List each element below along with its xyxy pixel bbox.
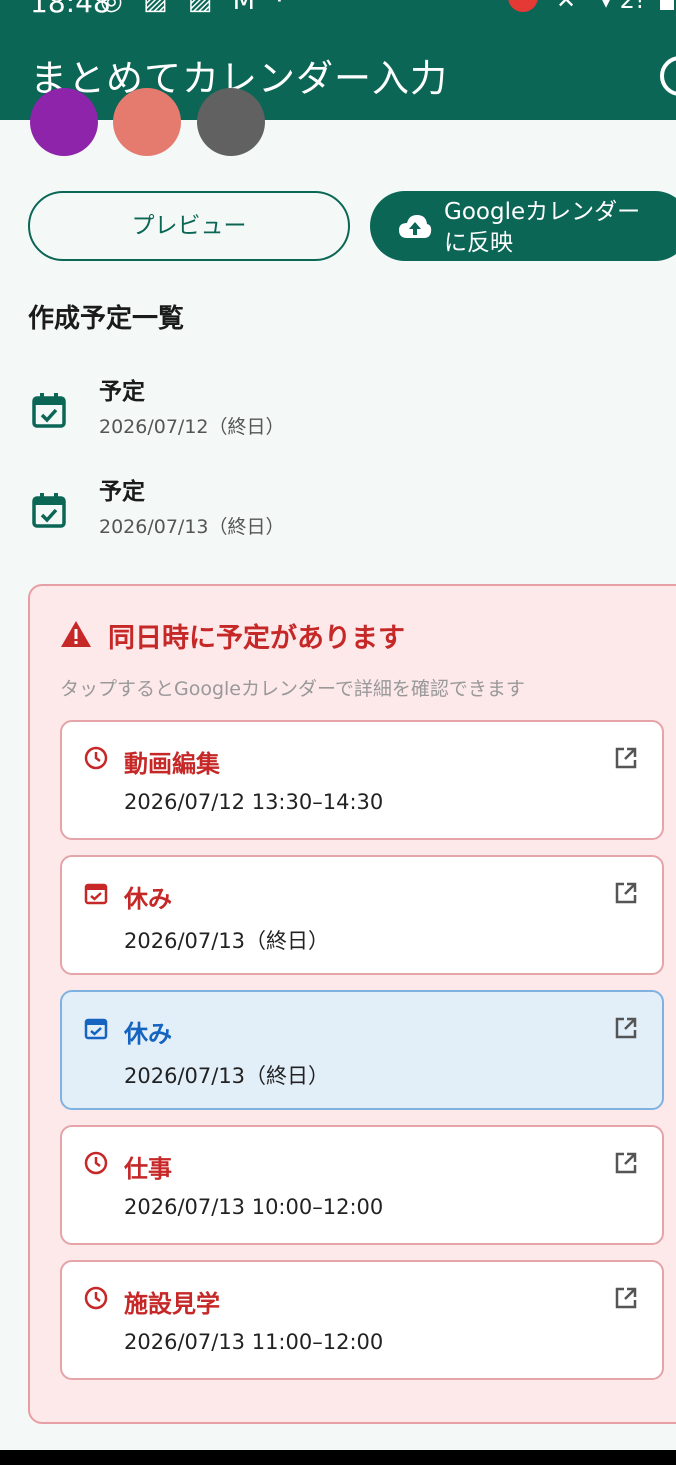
calendar-check-icon: [32, 493, 66, 528]
record-indicator-icon: [508, 0, 538, 12]
calendar-check-icon: [84, 1018, 108, 1040]
notification-icons: ◎ ▨ ▨ M ·: [100, 0, 290, 16]
list-item: 予定 2026/07/12（終日）: [28, 372, 648, 452]
conflict-event-card[interactable]: 休み 2026/07/13（終日）: [60, 855, 664, 975]
open-external-icon[interactable]: [614, 746, 638, 770]
event-title: 施設見学: [124, 1290, 220, 1318]
google-sync-label-line2: に反映: [444, 230, 513, 256]
open-external-icon[interactable]: [614, 1286, 638, 1310]
calendar-check-icon: [32, 393, 66, 428]
conflict-event-card-selected[interactable]: 休み 2026/07/13（終日）: [60, 990, 664, 1110]
plan-title: 予定: [99, 379, 145, 405]
google-sync-label-line1: Googleカレンダー: [444, 199, 641, 225]
google-calendar-sync-button[interactable]: Googleカレンダー に反映: [370, 191, 676, 261]
event-datetime: 2026/07/13 11:00–12:00: [124, 1330, 384, 1354]
event-title: 休み: [124, 1020, 172, 1048]
preview-button[interactable]: プレビュー: [28, 191, 350, 261]
system-nav-bar: [0, 1450, 676, 1465]
event-datetime: 2026/07/13（終日）: [124, 929, 330, 953]
mute-icon: ✕: [556, 0, 577, 14]
event-title: 休み: [124, 885, 172, 913]
plan-title: 予定: [99, 479, 145, 505]
color-swatch-gray[interactable]: [197, 88, 265, 156]
status-time: 18:48: [30, 0, 111, 19]
battery-icon: [660, 0, 674, 10]
color-swatch-purple[interactable]: [30, 88, 98, 156]
conflict-title: 同日時に予定があります: [108, 623, 405, 654]
color-swatch-salmon[interactable]: [113, 88, 181, 156]
clock-icon: [84, 1286, 108, 1310]
event-datetime: 2026/07/13（終日）: [124, 1064, 330, 1088]
warning-icon: [61, 621, 91, 647]
open-external-icon[interactable]: [614, 1151, 638, 1175]
conflict-event-card[interactable]: 施設見学 2026/07/13 11:00–12:00: [60, 1260, 664, 1380]
calendar-check-icon: [84, 883, 108, 905]
clock-icon: [84, 746, 108, 770]
conflict-panel: 同日時に予定があります タップするとGoogleカレンダーで詳細を確認できます …: [28, 584, 676, 1424]
open-external-icon[interactable]: [614, 881, 638, 905]
conflict-event-card[interactable]: 動画編集 2026/07/12 13:30–14:30: [60, 720, 664, 840]
conflict-event-card[interactable]: 仕事 2026/07/13 10:00–12:00: [60, 1125, 664, 1245]
event-datetime: 2026/07/12 13:30–14:30: [124, 790, 384, 814]
plan-date: 2026/07/13（終日）: [99, 516, 285, 538]
plan-date: 2026/07/12（終日）: [99, 416, 285, 438]
clock-icon: [84, 1151, 108, 1175]
app-bar: まとめてカレンダー入力: [0, 22, 676, 120]
help-circle-icon[interactable]: [660, 56, 676, 96]
list-item: 予定 2026/07/13（終日）: [28, 472, 648, 552]
event-title: 仕事: [124, 1155, 172, 1183]
section-title: 作成予定一覧: [28, 304, 185, 334]
cloud-upload-icon: [399, 215, 432, 238]
event-title: 動画編集: [124, 750, 220, 778]
signal-battery-text: ▾ 2!: [600, 0, 645, 14]
open-external-icon[interactable]: [614, 1016, 638, 1040]
event-datetime: 2026/07/13 10:00–12:00: [124, 1195, 384, 1219]
status-bar: 18:48 ◎ ▨ ▨ M · ✕ ▾ 2!: [0, 0, 676, 22]
conflict-subtitle: タップするとGoogleカレンダーで詳細を確認できます: [60, 678, 525, 700]
